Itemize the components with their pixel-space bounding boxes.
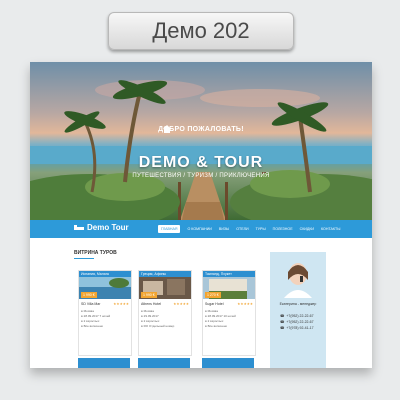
phone-icon: ☎	[280, 326, 285, 330]
section-title: ВИТРИНА ТУРОВ	[74, 250, 117, 256]
tour-detail: ● Москва	[205, 309, 218, 313]
tour-detail: ● Все включено	[205, 324, 228, 328]
section-underline	[74, 258, 94, 259]
welcome-text: ДОБРО ПОЖАЛОВАТЬ!	[158, 126, 244, 133]
manager-phone[interactable]: ☎ +7(952) 22-22-67	[280, 320, 314, 324]
hotel-stars: ★★★★★	[113, 302, 129, 306]
hero-brand: DEMO & TOUR	[138, 154, 264, 171]
hotel-stars: ★★★★★	[173, 302, 189, 306]
tour-card[interactable]: Греция, Афины 1 990 € Athens Hotel ★★★★★…	[138, 270, 192, 356]
manager-photo	[280, 258, 316, 298]
nav-item-discounts[interactable]: СКИДКИ	[300, 227, 314, 231]
nav-item-hotels[interactable]: ОТЕЛИ	[236, 227, 248, 231]
tour-card-partial[interactable]	[202, 358, 254, 368]
tour-title: Таиланд, Пхукет	[203, 271, 255, 277]
tour-detail: ● 29.09.2017	[141, 314, 159, 318]
tour-detail: ● 2 взрослых	[205, 319, 224, 323]
nav-item-home[interactable]: ГЛАВНАЯ	[158, 225, 181, 233]
site-logo[interactable]: Demo Tour	[74, 223, 129, 232]
manager-phone[interactable]: ☎ +7(978) 92-41-17	[280, 326, 314, 330]
phone-number: +7(952) 22-22-67	[286, 320, 314, 324]
hotel-name: Athens Hotel	[141, 302, 162, 306]
tour-price: 1 270 €	[205, 292, 221, 298]
tour-title: Испания, Малага	[79, 271, 131, 277]
main-nav: Demo Tour ГЛАВНАЯ О КОМПАНИИ ВИЗЫ ОТЕЛИ …	[30, 220, 372, 238]
site-logo-text: Demo Tour	[87, 223, 129, 232]
tour-price: 1 990 €	[81, 292, 97, 298]
nav-item-contacts[interactable]: КОНТАКТЫ	[321, 227, 340, 231]
tour-price: 1 990 €	[141, 292, 157, 298]
tour-detail: ● 2 взрослых	[81, 319, 100, 323]
hotel-name: SD Villa Mar	[81, 302, 101, 306]
tour-detail: ● 28.09.2017 10 ночей	[205, 314, 236, 318]
hero-tagline: ПУТЕШЕСТВИЯ / ТУРИЗМ / ПРИКЛЮЧЕНИЯ	[132, 173, 270, 179]
nav-item-useful[interactable]: ПОЛЕЗНОЕ	[273, 227, 293, 231]
page-preview: ДОБРО ПОЖАЛОВАТЬ! DEMO & TOUR ПУТЕШЕСТВИ…	[30, 62, 372, 368]
phone-icon: ☎	[280, 320, 285, 324]
manager-sidebar: Екатерина - менеджер ☎ +7(952) 22-22-67 …	[270, 252, 326, 368]
nav-item-tours[interactable]: ТУРЫ	[256, 227, 266, 231]
hero-banner: ДОБРО ПОЖАЛОВАТЬ! DEMO & TOUR ПУТЕШЕСТВИ…	[30, 62, 372, 220]
tour-detail: ● 2 взрослых	[141, 319, 160, 323]
beach-scene	[30, 80, 372, 220]
tour-card-partial[interactable]	[138, 358, 190, 368]
tour-detail: ● 28.09.2017 7 ночей	[81, 314, 111, 318]
tour-card-partial[interactable]	[78, 358, 130, 368]
demo-badge-label: Демо 202	[152, 18, 250, 43]
hotel-name: Sugar Hotel	[205, 302, 224, 306]
tour-card[interactable]: Таиланд, Пхукет 1 270 € Sugar Hotel ★★★★…	[202, 270, 256, 356]
tour-detail: ● Все включено	[81, 324, 104, 328]
nav-item-visas[interactable]: ВИЗЫ	[219, 227, 229, 231]
nav-menu: ГЛАВНАЯ О КОМПАНИИ ВИЗЫ ОТЕЛИ ТУРЫ ПОЛЕЗ…	[158, 220, 340, 238]
hotel-stars: ★★★★★	[237, 302, 253, 306]
phone-number: +7(978) 92-41-17	[286, 326, 314, 330]
tour-detail: ● Москва	[141, 309, 154, 313]
manager-phone[interactable]: ☎ +7(952) 22-22-67	[280, 314, 314, 318]
nav-item-about[interactable]: О КОМПАНИИ	[187, 227, 211, 231]
phone-icon: ☎	[280, 314, 285, 318]
manager-name: Екатерина - менеджер	[279, 302, 317, 306]
tour-detail: ● RO Отдельный номер	[141, 324, 175, 328]
demo-badge: Демо 202	[108, 12, 294, 50]
tour-title: Греция, Афины	[139, 271, 191, 277]
bed-icon	[74, 225, 84, 230]
tour-detail: ● Москва	[81, 309, 94, 313]
phone-number: +7(952) 22-22-67	[286, 314, 314, 318]
tour-card[interactable]: Испания, Малага 1 990 € SD Villa Mar ★★★…	[78, 270, 132, 356]
